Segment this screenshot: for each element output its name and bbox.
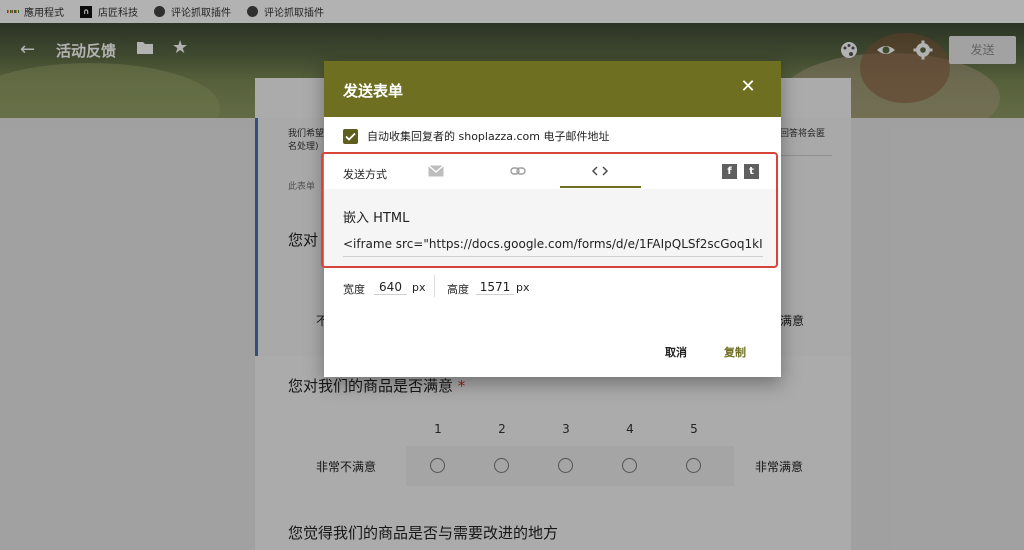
close-icon[interactable]: ✕ [738,77,758,97]
cancel-button[interactable]: 取消 [665,344,687,360]
collect-email-checkbox[interactable] [343,128,358,144]
collect-email-label: 自动收集回复者的 shoplazza.com 电子邮件地址 [367,130,610,143]
collect-email-row: 自动收集回复者的 shoplazza.com 电子邮件地址 [343,128,609,144]
height-label: 高度 [447,283,469,296]
copy-button[interactable]: 复制 [724,344,746,360]
checkmark-icon [345,132,356,141]
embed-html-title: 嵌入 HTML [343,211,410,226]
dialog-title: 发送表单 [343,82,404,100]
height-input[interactable]: 1571 [476,280,514,295]
width-unit: px [412,281,426,294]
height-unit: px [516,281,530,294]
width-input[interactable]: 640 [374,280,407,295]
width-label: 宽度 [343,283,365,296]
send-form-dialog: 发送表单 ✕ 自动收集回复者的 shoplazza.com 电子邮件地址 发送方… [321,61,781,377]
divider [434,275,435,297]
embed-code-field[interactable]: <iframe src="https://docs.google.com/for… [343,237,763,257]
dialog-header: 发送表单 ✕ [324,61,781,117]
